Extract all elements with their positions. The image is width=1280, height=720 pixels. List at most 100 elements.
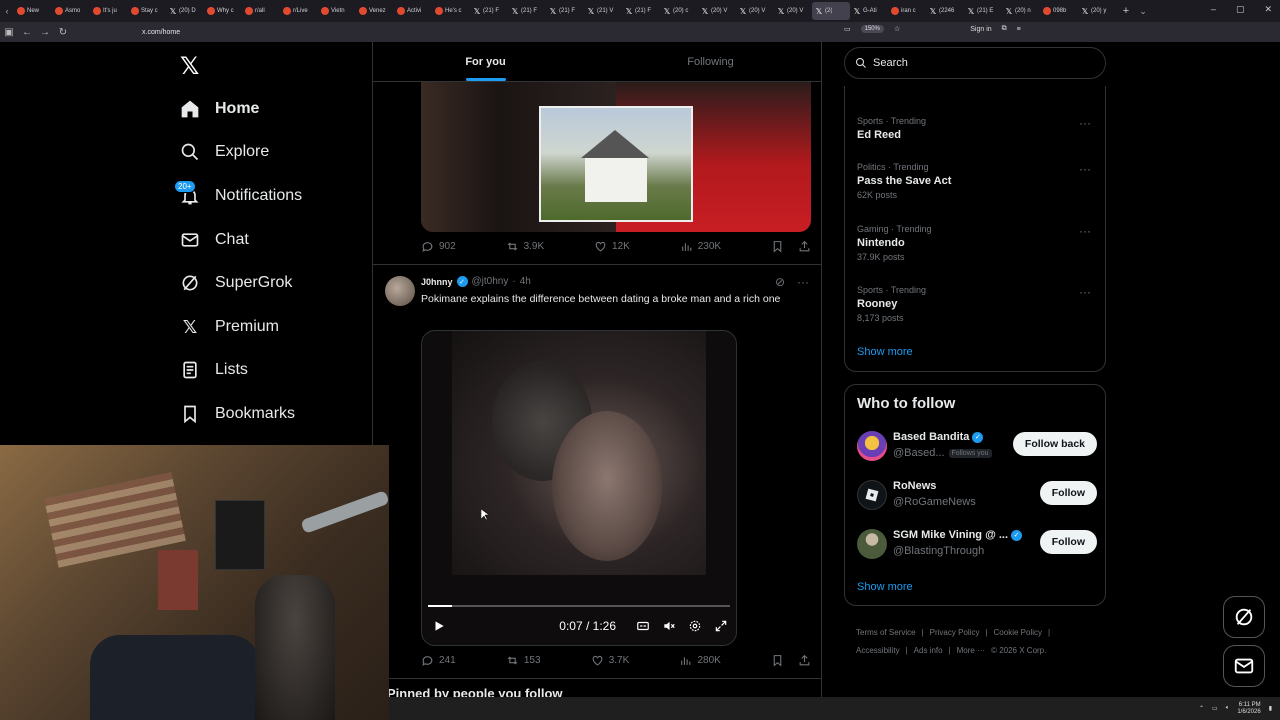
close-window-icon[interactable]: ✕	[1264, 4, 1272, 15]
views-button[interactable]: 230K	[680, 240, 721, 253]
bookmark-icon[interactable]	[771, 240, 784, 253]
avatar[interactable]	[857, 431, 887, 461]
nav-lists[interactable]: Lists	[180, 355, 248, 385]
nav-chat[interactable]: Chat	[180, 225, 249, 255]
tab-list-icon[interactable]: ⌄	[1136, 6, 1150, 17]
avatar[interactable]	[857, 529, 887, 559]
x-logo-icon[interactable]: 𝕏	[180, 52, 199, 81]
follow-button[interactable]: Follow	[1039, 530, 1097, 554]
post-time[interactable]: 4h	[520, 276, 531, 287]
browser-tab[interactable]: 𝕏 (21) F	[622, 2, 660, 20]
browser-tab[interactable]: 𝕏 (20) D	[166, 2, 204, 20]
follow-button[interactable]: Follow	[1039, 481, 1097, 505]
trend-item[interactable]: Gaming · Trending Nintendo 37.9K posts ·…	[857, 224, 1097, 262]
mute-icon[interactable]	[660, 617, 678, 635]
tab-scroll-left-icon[interactable]: ‹	[0, 6, 14, 16]
reply-button[interactable]: 241	[421, 654, 456, 667]
nav-bookmarks[interactable]: Bookmarks	[180, 399, 295, 429]
settings-gear-icon[interactable]	[686, 617, 704, 635]
more-options-icon[interactable]: ···	[1079, 285, 1091, 299]
captions-icon[interactable]	[634, 617, 652, 635]
browser-tab[interactable]: 𝕏 (20) y	[1078, 2, 1116, 20]
video-progress-bar[interactable]	[428, 605, 730, 607]
menu-icon[interactable]: ≡	[1017, 26, 1021, 33]
zoom-level[interactable]: 150%	[860, 25, 884, 33]
browser-tab[interactable]: Why c	[204, 2, 242, 20]
browser-tab[interactable]: Venez	[356, 2, 394, 20]
system-clock[interactable]: 6:11 PM 1/6/2026	[1237, 702, 1260, 716]
browser-tab[interactable]: New	[14, 2, 52, 20]
trend-item[interactable]: Sports · Trending Rooney 8,173 posts ···	[857, 285, 1097, 323]
author-name[interactable]: J0hnny	[421, 277, 453, 287]
bookmark-star-icon[interactable]: ☆	[894, 25, 900, 33]
maximize-icon[interactable]: ▢	[1236, 4, 1245, 15]
browser-tab[interactable]: 𝕏 (20) V	[774, 2, 812, 20]
footer-link[interactable]: Terms of Service	[856, 628, 916, 637]
avatar[interactable]	[385, 276, 415, 306]
footer-link[interactable]: Privacy Policy	[930, 628, 980, 637]
browser-tab[interactable]: 𝕏 (21) F	[546, 2, 584, 20]
nav-home[interactable]: Home	[180, 94, 259, 124]
follow-suggestion[interactable]: SGM Mike Vining @ ... ✓ @BlastingThrough…	[857, 527, 1097, 561]
browser-tab[interactable]: 𝕏 (21) V	[584, 2, 622, 20]
browser-tab[interactable]: 𝕏 (21) E	[964, 2, 1002, 20]
browser-tab[interactable]: It's ju	[90, 2, 128, 20]
follow-back-button[interactable]: Follow back	[1012, 432, 1097, 456]
browser-tab[interactable]: iran c	[888, 2, 926, 20]
browser-tab[interactable]: Activi	[394, 2, 432, 20]
reload-icon[interactable]: ↻	[54, 27, 72, 38]
footer-link[interactable]: More ···	[957, 646, 985, 655]
grok-fab-button[interactable]	[1223, 596, 1265, 638]
back-icon[interactable]: ←	[18, 27, 36, 38]
browser-tab[interactable]: 𝕏 G-Ati	[850, 2, 888, 20]
more-options-icon[interactable]: ···	[797, 275, 809, 289]
sign-in-button[interactable]: Sign in	[970, 26, 991, 33]
browser-tab[interactable]: 098b	[1040, 2, 1078, 20]
browser-tab[interactable]: 𝕏 (20) n	[1002, 2, 1040, 20]
sidebar-toggle-icon[interactable]: ▣	[0, 27, 18, 38]
forward-icon[interactable]: →	[36, 27, 54, 38]
trends-show-more-link[interactable]: Show more	[857, 346, 913, 358]
author-handle[interactable]: @jt0hny	[472, 276, 509, 287]
follow-suggestion[interactable]: Based Bandita ✓ @Based... Follows you Fo…	[857, 429, 1097, 463]
new-tab-button[interactable]: +	[1116, 5, 1136, 17]
more-options-icon[interactable]: ···	[1079, 162, 1091, 176]
browser-tab[interactable]: Asmo	[52, 2, 90, 20]
avatar[interactable]	[857, 480, 887, 510]
play-icon[interactable]	[430, 617, 448, 635]
browser-tab[interactable]: r/Live	[280, 2, 318, 20]
nav-supergrok[interactable]: SuperGrok	[180, 268, 292, 298]
nav-explore[interactable]: Explore	[180, 137, 269, 167]
tab-following[interactable]: Following	[598, 42, 821, 81]
footer-link[interactable]: Accessibility	[856, 646, 900, 655]
share-icon[interactable]	[798, 654, 811, 667]
repost-button[interactable]: 153	[506, 654, 541, 667]
reply-button[interactable]: 902	[421, 240, 456, 253]
tray-chevron-icon[interactable]: ⌃	[1199, 705, 1204, 712]
browser-tab[interactable]: Vietn	[318, 2, 356, 20]
footer-link[interactable]: Cookie Policy	[994, 628, 1042, 637]
repost-button[interactable]: 3.9K	[506, 240, 544, 253]
nav-notifications[interactable]: 20+ Notifications	[174, 180, 302, 211]
url-field[interactable]: x.com/home	[142, 29, 180, 36]
trend-item[interactable]: Politics · Trending Pass the Save Act 62…	[857, 162, 1097, 200]
messages-fab-button[interactable]	[1223, 645, 1265, 687]
notification-center-icon[interactable]: ▮	[1269, 705, 1272, 712]
bookmark-icon[interactable]	[771, 654, 784, 667]
search-input[interactable]: Search	[844, 47, 1106, 79]
grok-icon[interactable]: ⊘	[775, 275, 785, 289]
browser-tab[interactable]: 𝕏 (21) F	[508, 2, 546, 20]
more-options-icon[interactable]: ···	[1079, 224, 1091, 238]
browser-tab[interactable]: r/all	[242, 2, 280, 20]
trend-item[interactable]: Sports · Trending Ed Reed ···	[857, 116, 1097, 141]
browser-tab[interactable]: 𝕏 (2(	[812, 2, 850, 20]
share-icon[interactable]	[798, 240, 811, 253]
fullscreen-icon[interactable]	[712, 617, 730, 635]
who-to-follow-show-more-link[interactable]: Show more	[857, 581, 913, 593]
volume-icon[interactable]: 🔈︎	[1226, 705, 1230, 712]
minimize-icon[interactable]: –	[1211, 4, 1216, 15]
like-button[interactable]: 12K	[594, 240, 630, 253]
browser-tab[interactable]: 𝕏 (21) F	[470, 2, 508, 20]
footer-link[interactable]: Ads info	[914, 646, 943, 655]
browser-tab[interactable]: 𝕏 (20) V	[736, 2, 774, 20]
